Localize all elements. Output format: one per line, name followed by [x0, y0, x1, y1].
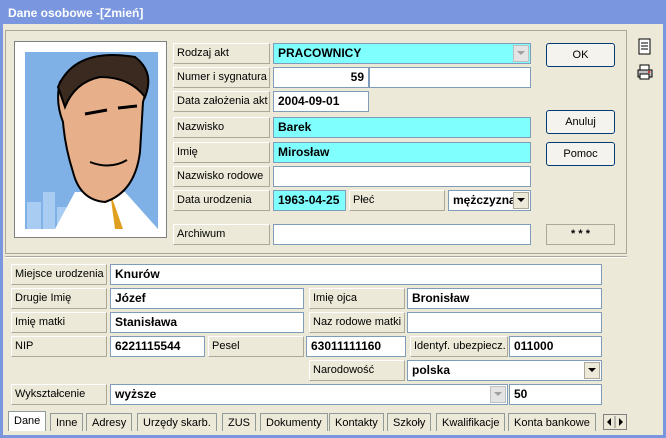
rodzaj-akt-value: PRACOWNICY	[278, 46, 362, 60]
tab-dokumenty[interactable]: Dokumenty	[260, 413, 328, 431]
drugie-imie-label: Drugie Imię	[11, 288, 107, 309]
chevron-down-icon	[517, 51, 525, 55]
sygnatura-field[interactable]	[369, 67, 531, 88]
narodowosc-value: polska	[412, 363, 451, 377]
tab-dane[interactable]: Dane	[8, 411, 47, 431]
separator	[5, 256, 627, 258]
data-urodzenia-field[interactable]: 1963-04-25	[273, 190, 346, 211]
tab-kontakty[interactable]: Kontakty	[329, 413, 384, 431]
pesel-label: Pesel	[208, 336, 304, 357]
narodowosc-select[interactable]: polska	[407, 360, 602, 381]
tab-szkoly[interactable]: Szkoły	[387, 413, 432, 431]
nip-field[interactable]: 6221115544	[110, 336, 205, 357]
nazwisko-label: Nazwisko	[173, 117, 270, 138]
pesel-field[interactable]: 63011111160	[306, 336, 406, 357]
printer-icon-svg	[637, 64, 653, 80]
plec-select[interactable]: mężczyzna	[448, 190, 531, 211]
numer-sygnatura-label: Numer i sygnatura	[173, 67, 270, 88]
anuluj-button[interactable]: Anuluj	[546, 110, 615, 134]
drugie-imie-field[interactable]: Józef	[110, 288, 304, 309]
wyksztalcenie-dropdown-button[interactable]	[490, 386, 506, 403]
naz-rodowe-matki-label: Naz rodowe matki	[309, 312, 405, 333]
chevron-down-icon	[588, 368, 596, 372]
wyksztalcenie-label: Wykształcenie	[11, 384, 107, 405]
tab-inne[interactable]: Inne	[50, 413, 84, 431]
window-title: Dane osobowe -[Zmień]	[0, 0, 666, 24]
plec-label: Płeć	[349, 190, 445, 211]
rodzaj-akt-label: Rodzaj akt	[173, 43, 270, 64]
imie-matki-field[interactable]: Stanisława	[110, 312, 304, 333]
imie-ojca-label: Imię ojca	[309, 288, 405, 309]
tab-adresy[interactable]: Adresy	[86, 413, 133, 431]
wyksztalcenie-code-field[interactable]: 50	[509, 384, 602, 405]
tab-zus[interactable]: ZUS	[222, 413, 256, 431]
more-button[interactable]: * * *	[546, 224, 615, 245]
plec-dropdown-button[interactable]	[513, 192, 529, 209]
narodowosc-dropdown-button[interactable]	[584, 362, 600, 379]
tab-scroll-arrows-icon	[607, 416, 623, 428]
pomoc-button[interactable]: Pomoc	[546, 142, 615, 166]
narodowosc-label: Narodowość	[309, 360, 405, 381]
chevron-down-icon	[494, 392, 502, 396]
numer-field[interactable]: 59	[273, 67, 369, 88]
tab-konta-bankowe[interactable]: Konta bankowe	[508, 413, 596, 431]
nip-label: NIP	[11, 336, 107, 357]
identyf-ubezpiecz-label: Identyf. ubezpiecz.	[410, 336, 508, 357]
data-zalozenia-field[interactable]: 2004-09-01	[273, 91, 369, 112]
naz-rodowe-matki-field[interactable]	[407, 312, 602, 333]
data-zalozenia-label: Data założenia akt	[173, 91, 270, 112]
archiwum-label: Archiwum	[173, 224, 270, 245]
printer-icon[interactable]	[637, 64, 653, 80]
document-icon-svg	[638, 38, 651, 55]
data-urodzenia-label: Data urodzenia	[173, 190, 270, 211]
imie-label: Imię	[173, 142, 270, 163]
miejsce-urodzenia-field[interactable]: Knurów	[110, 264, 602, 285]
photo	[14, 41, 167, 238]
rodzaj-akt-dropdown-button[interactable]	[513, 45, 529, 62]
imie-field[interactable]: Mirosław	[273, 142, 531, 163]
tab-urzedy-skarb[interactable]: Urzędy skarb.	[137, 413, 217, 431]
plec-value: mężczyzna	[453, 193, 516, 207]
wyksztalcenie-value: wyższe	[115, 387, 157, 401]
identyf-ubezpiecz-field[interactable]: 011000	[509, 336, 602, 357]
miejsce-urodzenia-label: Miejsce urodzenia	[11, 264, 107, 285]
nazwisko-rodowe-field[interactable]	[273, 166, 531, 187]
chevron-down-icon	[517, 198, 525, 202]
wyksztalcenie-select[interactable]: wyższe	[110, 384, 508, 405]
rodzaj-akt-select[interactable]: PRACOWNICY	[273, 43, 531, 64]
archiwum-field[interactable]	[273, 224, 531, 245]
document-icon[interactable]	[638, 38, 652, 56]
nazwisko-field[interactable]: Barek	[273, 117, 531, 138]
imie-ojca-field[interactable]: Bronisław	[407, 288, 602, 309]
imie-matki-label: Imię matki	[11, 312, 107, 333]
person-portrait-icon	[25, 52, 158, 229]
tab-kwalifikacje[interactable]: Kwalifikacje	[436, 413, 506, 431]
ok-button[interactable]: OK	[546, 43, 615, 67]
nazwisko-rodowe-label: Nazwisko rodowe	[173, 166, 270, 187]
tab-scroll-buttons[interactable]	[603, 414, 627, 430]
